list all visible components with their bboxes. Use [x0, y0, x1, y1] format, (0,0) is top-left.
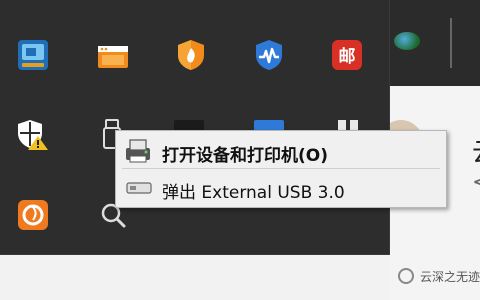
menu-item-open-devices-printers[interactable]: 打开设备和打印机(O) — [116, 133, 446, 169]
background-title-fragment: 云 — [472, 132, 480, 169]
watermark-text: 云深之无迹 — [420, 270, 480, 284]
toolbar-divider — [450, 18, 452, 68]
menu-item-label: 弹出 External USB 3.0 — [162, 183, 345, 203]
defender-warning-icon[interactable] — [16, 118, 50, 152]
printer-device-icon — [126, 139, 150, 163]
network-monitor-icon[interactable] — [252, 38, 286, 72]
background-toolbar — [390, 0, 480, 86]
flame-app-icon[interactable] — [16, 198, 50, 232]
mail-app-icon[interactable]: 邮 — [330, 38, 364, 72]
usb-drive-icon — [126, 182, 152, 194]
menu-separator — [122, 168, 440, 169]
chevron-left-icon[interactable]: < — [472, 170, 480, 195]
menu-item-eject-usb[interactable]: 弹出 External USB 3.0 — [116, 170, 446, 206]
wechat-watermark-icon — [398, 268, 414, 284]
shield-fire-icon[interactable] — [174, 38, 208, 72]
usb-context-menu: 打开设备和打印机(O) 弹出 External USB 3.0 — [115, 130, 447, 208]
menu-item-label: 打开设备和打印机(O) — [162, 146, 328, 166]
globe-icon — [394, 32, 420, 50]
control-panel-icon[interactable] — [16, 38, 50, 72]
window-icon[interactable] — [96, 40, 130, 74]
svg-text:邮: 邮 — [339, 46, 356, 67]
